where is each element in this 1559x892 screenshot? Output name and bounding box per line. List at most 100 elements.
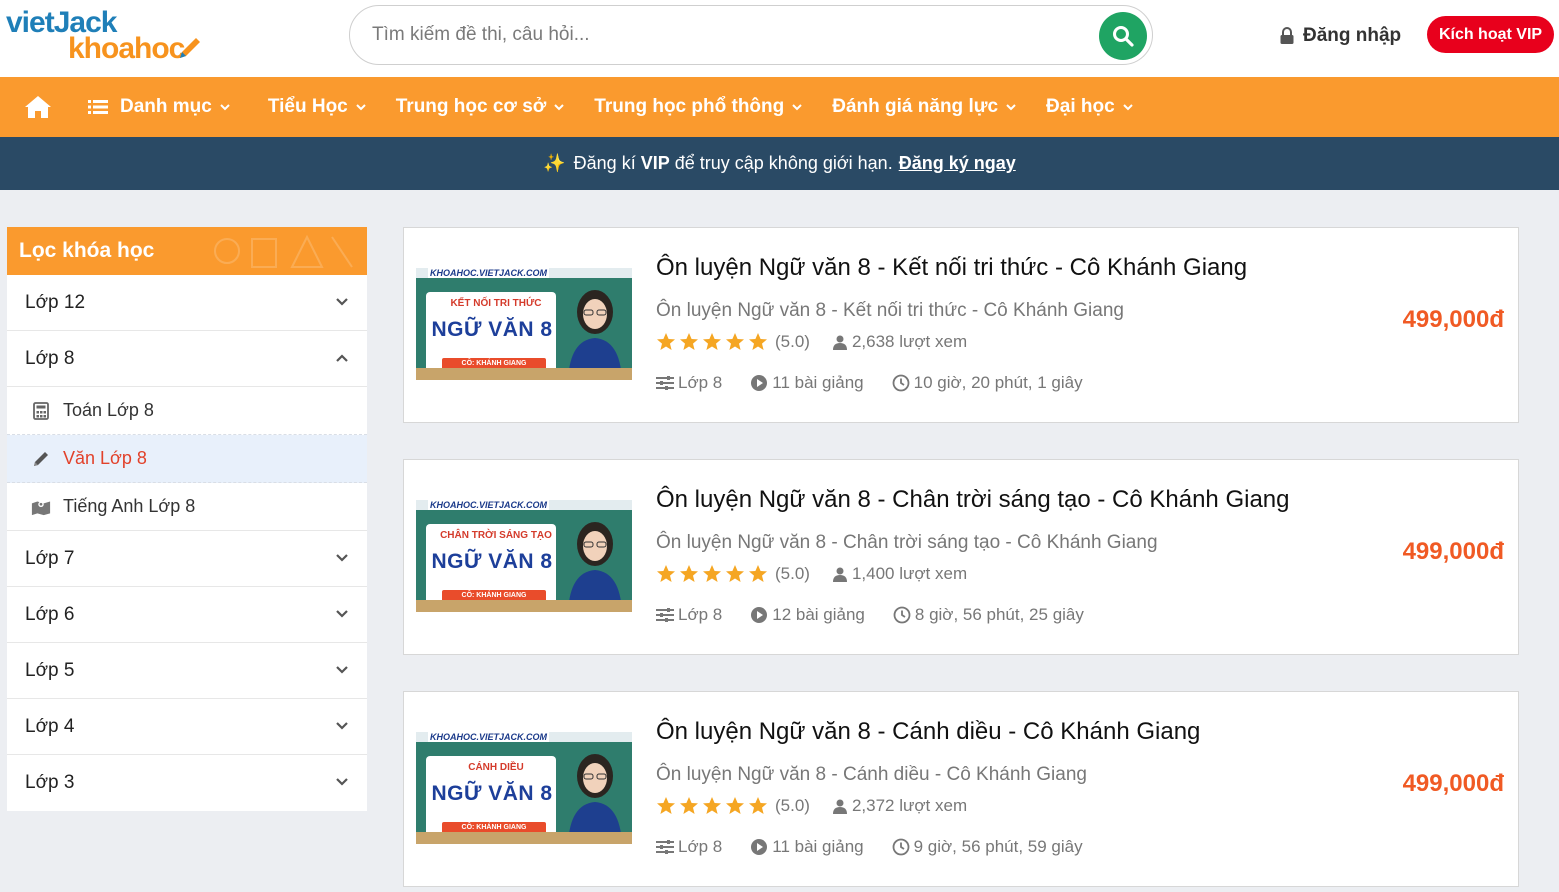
clock-icon bbox=[892, 838, 910, 856]
nav-trung-hoc-pho-thong[interactable]: Trung học phổ thông bbox=[594, 96, 802, 118]
chevron-down-icon bbox=[356, 104, 366, 111]
course-grade-label: Lớp 8 bbox=[678, 373, 723, 392]
sidebar-group-lop-6[interactable]: Lớp 6 bbox=[7, 587, 367, 643]
play-circle-icon bbox=[751, 375, 768, 391]
thumbnail-subject: NGỮ VĂN 8 bbox=[431, 782, 553, 805]
sidebar-group-lop-4[interactable]: Lớp 4 bbox=[7, 699, 367, 755]
sliders-icon bbox=[656, 376, 674, 390]
course-thumbnail[interactable]: KHOAHOC.VIETJACK.COM CHÂN TRỜI SÁNG TẠO … bbox=[416, 500, 632, 612]
thumbnail-board: KẾT NỐI TRI THỨC NGỮ VĂN 8 CÔ: KHÁNH GIA… bbox=[426, 292, 556, 374]
course-lessons: 11 bài giảng bbox=[750, 373, 864, 393]
play-circle-icon bbox=[751, 839, 768, 855]
thumbnail-book bbox=[416, 832, 632, 844]
sidebar-item-toan-lop-8[interactable]: Toán Lớp 8 bbox=[7, 387, 367, 435]
chevron-down-icon bbox=[336, 666, 348, 674]
home-button[interactable] bbox=[24, 92, 54, 122]
thumbnail-series: CÁNH DIỀU bbox=[468, 762, 524, 773]
course-meta: Lớp 8 12 bài giảng 8 giờ, 56 phút, 25 gi… bbox=[656, 605, 1112, 625]
map-icon bbox=[31, 497, 51, 517]
nav-label: Tiểu Học bbox=[267, 96, 348, 117]
course-price: 499,000đ bbox=[1402, 770, 1504, 797]
course-grade: Lớp 8 bbox=[656, 373, 722, 393]
thumbnail-subject: NGỮ VĂN 8 bbox=[431, 550, 553, 573]
course-lessons-label: 11 bài giảng bbox=[772, 373, 864, 392]
sidebar-group-lop-7[interactable]: Lớp 7 bbox=[7, 531, 367, 587]
thumbnail-subject: NGỮ VĂN 8 bbox=[431, 318, 553, 341]
logo[interactable]: vietJack khoahoc bbox=[6, 6, 206, 68]
course-grade-label: Lớp 8 bbox=[678, 837, 723, 856]
star-icon bbox=[680, 565, 698, 582]
login-label: Đăng nhập bbox=[1303, 25, 1402, 46]
sliders-icon bbox=[656, 608, 674, 622]
list-icon bbox=[88, 100, 108, 114]
course-title[interactable]: Ôn luyện Ngữ văn 8 - Cánh diều - Cô Khán… bbox=[656, 718, 1200, 746]
course-grade: Lớp 8 bbox=[656, 837, 722, 857]
calculator-icon bbox=[31, 401, 51, 421]
sidebar-group-lop-5[interactable]: Lớp 5 bbox=[7, 643, 367, 699]
register-now-link[interactable]: Đăng ký ngay bbox=[899, 153, 1016, 174]
course-thumbnail[interactable]: KHOAHOC.VIETJACK.COM KẾT NỐI TRI THỨC NG… bbox=[416, 268, 632, 380]
chevron-down-icon bbox=[1122, 104, 1133, 111]
sidebar-group-lop-8[interactable]: Lớp 8 bbox=[7, 331, 367, 387]
course-card[interactable]: KHOAHOC.VIETJACK.COM CHÂN TRỜI SÁNG TẠO … bbox=[403, 459, 1519, 655]
view-count: 1,400 lượt xem bbox=[832, 564, 967, 584]
activate-vip-button[interactable]: Kích hoạt VIP bbox=[1427, 16, 1554, 53]
course-title[interactable]: Ôn luyện Ngữ văn 8 - Kết nối tri thức - … bbox=[656, 254, 1247, 282]
search-button[interactable] bbox=[1099, 12, 1147, 60]
star-icon bbox=[703, 333, 721, 350]
nav-trung-hoc-co-so[interactable]: Trung học cơ sở bbox=[396, 96, 565, 118]
course-lessons-label: 12 bài giảng bbox=[772, 605, 865, 624]
star-icon bbox=[749, 797, 767, 814]
sparkle-icon: ✨ bbox=[543, 153, 566, 173]
course-card[interactable]: KHOAHOC.VIETJACK.COM CÁNH DIỀU NGỮ VĂN 8… bbox=[403, 691, 1519, 887]
sidebar-group-label: Lớp 8 bbox=[25, 347, 75, 369]
banner-text-before: Đăng kí bbox=[573, 153, 636, 173]
course-lessons-label: 11 bài giảng bbox=[772, 837, 864, 856]
sidebar-group-lop-3[interactable]: Lớp 3 bbox=[7, 755, 367, 811]
clock-icon bbox=[892, 374, 910, 392]
rating-score: (5.0) bbox=[775, 796, 810, 815]
star-icon bbox=[680, 797, 698, 814]
sidebar-item-label: Văn Lớp 8 bbox=[63, 448, 147, 468]
course-duration: 10 giờ, 20 phút, 1 giây bbox=[892, 373, 1083, 393]
school-doodle-icon bbox=[214, 234, 353, 268]
chevron-down-icon bbox=[336, 610, 348, 618]
sidebar-item-van-lop-8[interactable]: Văn Lớp 8 bbox=[7, 435, 367, 483]
chevron-down-icon bbox=[336, 298, 348, 306]
search-input[interactable] bbox=[372, 20, 1072, 50]
course-card[interactable]: KHOAHOC.VIETJACK.COM KẾT NỐI TRI THỨC NG… bbox=[403, 227, 1519, 423]
nav-tieu-hoc[interactable]: Tiểu Học bbox=[268, 96, 366, 118]
star-icon bbox=[749, 565, 767, 582]
sidebar-group-label: Lớp 12 bbox=[25, 291, 86, 313]
course-duration: 9 giờ, 56 phút, 59 giây bbox=[892, 837, 1083, 857]
nav-label: Danh mục bbox=[120, 96, 212, 117]
course-duration-label: 10 giờ, 20 phút, 1 giây bbox=[913, 373, 1083, 392]
sidebar-group-label: Lớp 3 bbox=[25, 772, 75, 793]
thumbnail-book bbox=[416, 600, 632, 612]
login-button[interactable]: Đăng nhập bbox=[1279, 22, 1401, 50]
nav-danh-muc[interactable]: Danh mục bbox=[88, 96, 230, 118]
course-rating: (5.0) 2,372 lượt xem bbox=[656, 796, 967, 816]
course-rating: (5.0) 1,400 lượt xem bbox=[656, 564, 967, 584]
main-nav: Danh mục Tiểu Học Trung học cơ sở Trung … bbox=[0, 77, 1559, 137]
clock-icon bbox=[893, 606, 911, 624]
course-subtitle: Ôn luyện Ngữ văn 8 - Cánh diều - Cô Khán… bbox=[656, 764, 1087, 785]
star-icon bbox=[726, 565, 744, 582]
course-lessons: 11 bài giảng bbox=[750, 837, 864, 857]
view-count-label: 2,372 lượt xem bbox=[851, 796, 968, 815]
sidebar-title-bar: Lọc khóa học bbox=[7, 227, 367, 275]
course-thumbnail[interactable]: KHOAHOC.VIETJACK.COM CÁNH DIỀU NGỮ VĂN 8… bbox=[416, 732, 632, 844]
sidebar-item-tieng-anh-lop-8[interactable]: Tiếng Anh Lớp 8 bbox=[7, 483, 367, 531]
chevron-down-icon bbox=[554, 104, 565, 111]
nav-danh-gia-nang-luc[interactable]: Đánh giá năng lực bbox=[832, 96, 1016, 118]
star-icon bbox=[703, 797, 721, 814]
sidebar-group-lop-12[interactable]: Lớp 12 bbox=[7, 275, 367, 331]
nav-dai-hoc[interactable]: Đại học bbox=[1046, 96, 1133, 118]
view-count-label: 2,638 lượt xem bbox=[851, 332, 968, 351]
chevron-up-icon bbox=[336, 354, 348, 362]
star-icon bbox=[680, 333, 698, 350]
course-title[interactable]: Ôn luyện Ngữ văn 8 - Chân trời sáng tạo … bbox=[656, 486, 1289, 514]
teacher-photo bbox=[568, 522, 622, 612]
star-icon bbox=[749, 333, 767, 350]
play-circle-icon bbox=[751, 607, 768, 623]
